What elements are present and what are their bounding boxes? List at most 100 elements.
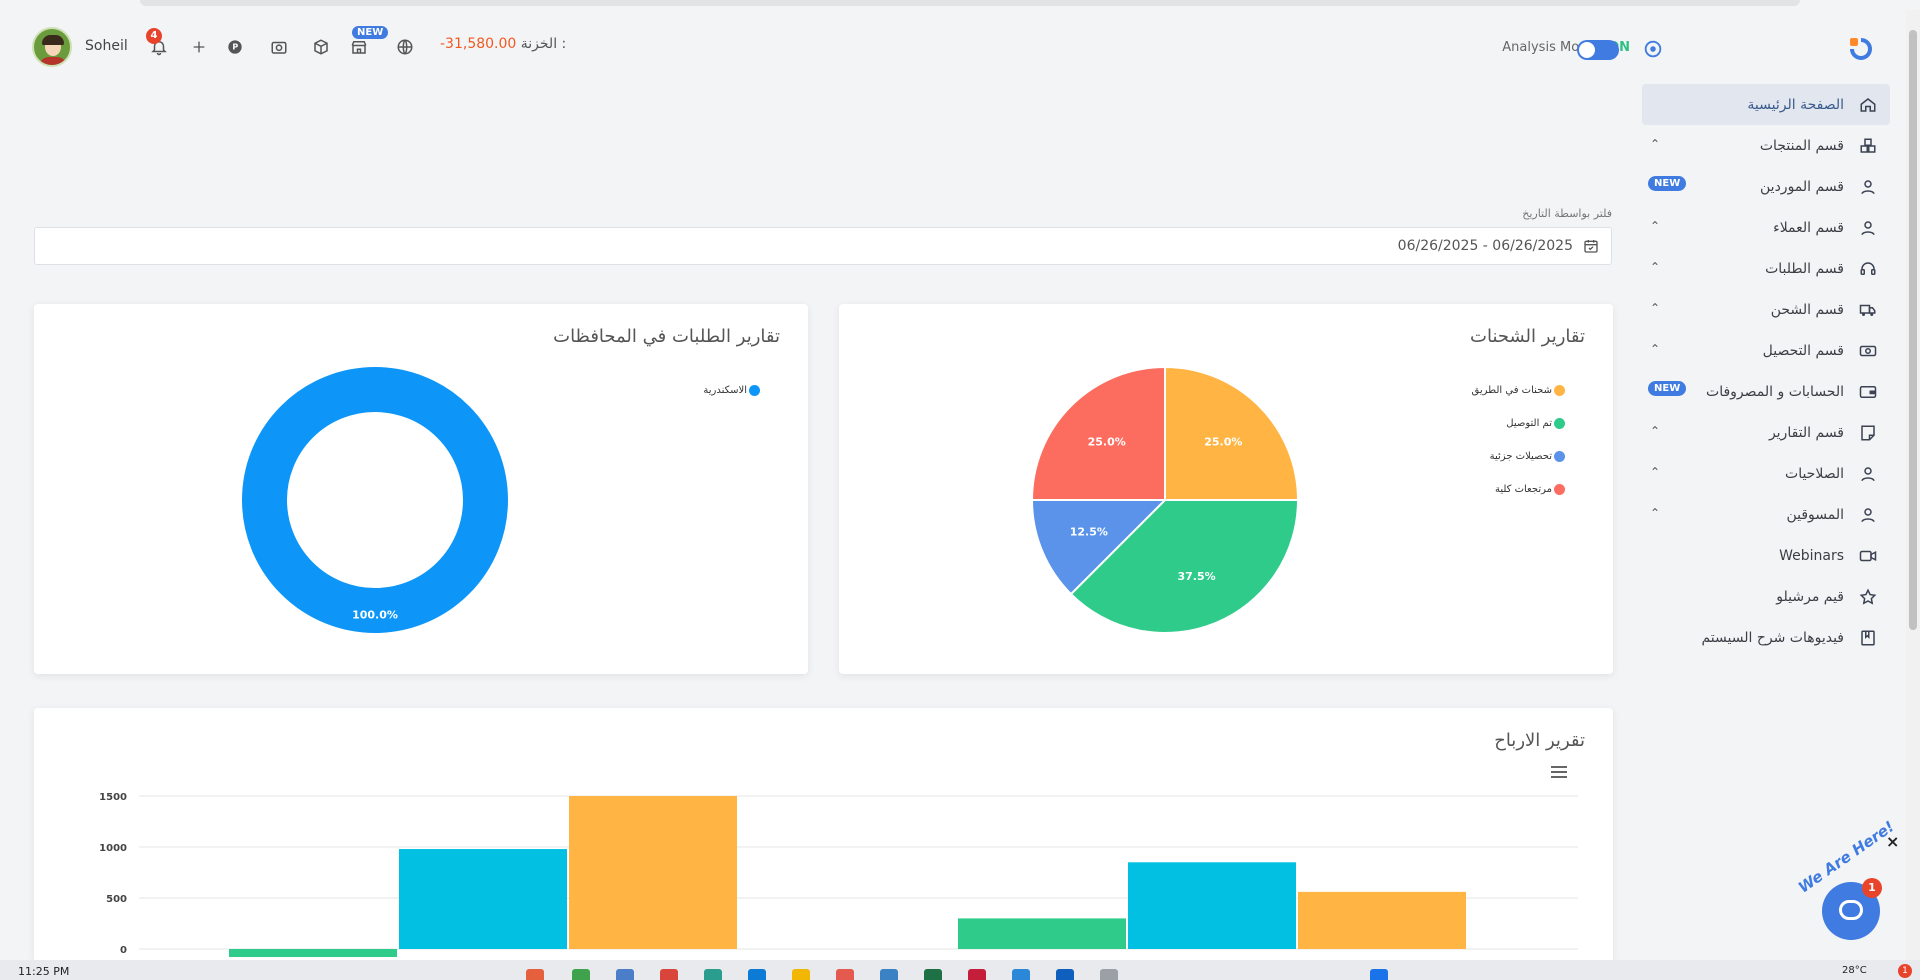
page-scrollbar[interactable] (1906, 10, 1920, 960)
parking-icon[interactable]: P (224, 36, 246, 58)
bar[interactable] (1128, 862, 1296, 949)
user-icon (1858, 177, 1878, 197)
notification-badge: 4 (146, 28, 162, 44)
sidebar-item[interactable]: ⌃ قسم العملاء (1642, 207, 1890, 248)
date-range-input[interactable]: 06/26/2025 - 06/26/2025 (34, 227, 1612, 265)
sidebar-item[interactable]: الصفحة الرئيسية (1642, 84, 1890, 125)
sidebar-item[interactable]: Webinars (1642, 535, 1890, 576)
bar[interactable] (958, 918, 1126, 949)
report-icon (1858, 423, 1878, 443)
slice-value-label: 37.5% (1177, 570, 1215, 583)
chevron-up-icon[interactable]: ⌃ (1650, 301, 1660, 315)
sidebar-item-label: قيم مرشيلو (1776, 588, 1844, 605)
taskbar-app-icon[interactable] (968, 969, 986, 980)
y-tick-label: 1000 (99, 843, 127, 854)
taskbar-app-icon[interactable] (1370, 969, 1388, 980)
chat-bubble-icon (1839, 900, 1863, 920)
taskbar-app-icon[interactable] (526, 969, 544, 980)
camera-icon[interactable] (268, 36, 290, 58)
taskbar-app-icon[interactable] (704, 969, 722, 980)
sidebar-item-label: فيديوهات شرح السيستم (1701, 629, 1844, 646)
legend-swatch (1554, 418, 1565, 429)
sidebar-item[interactable]: ⌃ المسوقين (1642, 494, 1890, 535)
calendar-icon[interactable] (1583, 238, 1599, 254)
date-range-value: 06/26/2025 - 06/26/2025 (1397, 238, 1573, 254)
new-badge: NEW (1648, 381, 1687, 396)
sidebar-item[interactable]: فيديوهات شرح السيستم (1642, 617, 1890, 658)
plus-icon[interactable] (188, 36, 210, 58)
boxes-icon (1858, 136, 1878, 156)
chevron-up-icon[interactable]: ⌃ (1650, 219, 1660, 233)
profits-report-card: تقرير الارباح 0 500 1000 1500 (34, 708, 1613, 960)
bar[interactable] (399, 849, 567, 949)
taskbar-app-icon[interactable] (660, 969, 678, 980)
treasury-balance: -31,580.00 الخزنة : (440, 36, 566, 52)
taskbar-app-icon[interactable] (572, 969, 590, 980)
scrollbar-thumb[interactable] (1909, 30, 1917, 630)
wallet-icon (1858, 382, 1878, 402)
taskbar-app-icon[interactable] (880, 969, 898, 980)
taskbar-app-icon[interactable] (1012, 969, 1030, 980)
treasury-value: -31,580.00 (440, 36, 517, 52)
package-icon[interactable] (310, 36, 332, 58)
taskbar-app-icon[interactable] (1100, 969, 1118, 980)
chevron-up-icon[interactable]: ⌃ (1650, 465, 1660, 479)
bar[interactable] (569, 796, 737, 949)
bar[interactable] (1298, 891, 1466, 949)
truck-icon (1858, 300, 1878, 320)
sidebar-item[interactable]: ⌃ قسم الطلبات (1642, 248, 1890, 289)
sidebar-item[interactable]: ⌃ قسم التقارير (1642, 412, 1890, 453)
settings-icon[interactable] (1642, 38, 1664, 60)
sidebar-item[interactable]: NEW قسم الموردين (1642, 166, 1890, 207)
slice-value-label: 12.5% (1070, 526, 1108, 539)
legend-item[interactable]: تم التوصيل (1472, 407, 1565, 440)
chevron-up-icon[interactable]: ⌃ (1650, 137, 1660, 151)
taskbar-app-icon[interactable] (1056, 969, 1074, 980)
sidebar-item[interactable]: ⌃ قسم التحصيل (1642, 330, 1890, 371)
analysis-toggle[interactable] (1577, 40, 1619, 60)
sidebar-item[interactable]: NEW الحسابات و المصروفات (1642, 371, 1890, 412)
y-tick-label: 0 (120, 945, 127, 956)
app-logo[interactable] (1846, 34, 1876, 64)
taskbar-clock: 11:25 PM (18, 965, 70, 978)
pie-slice[interactable] (242, 367, 508, 633)
chevron-up-icon[interactable]: ⌃ (1650, 506, 1660, 520)
sidebar-item-label: الحسابات و المصروفات (1706, 383, 1844, 400)
profits-bar-chart: 0 500 1000 1500 (99, 792, 1578, 957)
pie-slice[interactable] (1164, 365, 1300, 501)
username[interactable]: Soheil (85, 38, 128, 54)
legend-item[interactable]: تحصيلات جزئية (1472, 440, 1565, 473)
bar[interactable] (229, 949, 397, 957)
chevron-up-icon[interactable]: ⌃ (1650, 260, 1660, 274)
legend-item[interactable]: الاسكندرية (703, 374, 760, 407)
pie-slice[interactable] (1030, 365, 1166, 501)
new-badge: NEW (1648, 176, 1687, 191)
sidebar-item-label: قسم التحصيل (1762, 342, 1844, 359)
taskbar-app-icon[interactable] (748, 969, 766, 980)
taskbar-temperature: 28°C (1842, 965, 1867, 976)
store-icon[interactable] (348, 36, 370, 58)
globe-icon[interactable] (394, 36, 416, 58)
sidebar-item-label: قسم التقارير (1768, 424, 1844, 441)
sidebar-item-label: المسوقين (1786, 506, 1844, 523)
governorates-report-card: تقارير الطلبات في المحافظات 100.0% الاسك… (34, 304, 808, 674)
legend-item[interactable]: شحنات في الطريق (1472, 374, 1565, 407)
taskbar-app-icon[interactable] (924, 969, 942, 980)
chevron-up-icon[interactable]: ⌃ (1650, 342, 1660, 356)
taskbar-app-icon[interactable] (836, 969, 854, 980)
sidebar-item[interactable]: قيم مرشيلو (1642, 576, 1890, 617)
address-bar[interactable] (140, 0, 1800, 6)
legend-item[interactable]: مرتجعات كلية (1472, 473, 1565, 506)
chevron-up-icon[interactable]: ⌃ (1650, 424, 1660, 438)
slice-value-label: 25.0% (1204, 436, 1242, 449)
top-header: Soheil 4 P NEW -31,580.00 الخزنة : Analy… (30, 22, 1630, 72)
avatar[interactable] (32, 27, 72, 67)
sidebar-item-label: قسم العملاء (1773, 219, 1844, 236)
taskbar-folder-icon[interactable] (792, 969, 810, 980)
sidebar-item[interactable]: ⌃ قسم المنتجات (1642, 125, 1890, 166)
legend-swatch (1554, 484, 1565, 495)
taskbar-app-icon[interactable] (616, 969, 634, 980)
governorates-donut-chart: 100.0% (242, 367, 508, 633)
sidebar-item[interactable]: ⌃ قسم الشحن (1642, 289, 1890, 330)
sidebar-item[interactable]: ⌃ الصلاحيات (1642, 453, 1890, 494)
